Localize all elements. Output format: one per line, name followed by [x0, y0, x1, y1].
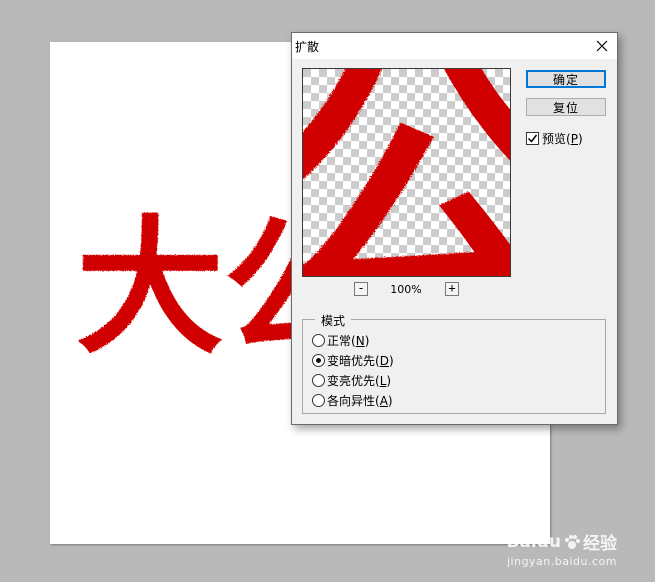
- watermark-brand-text: Baidu: [506, 531, 561, 552]
- checkmark-icon: [527, 134, 538, 143]
- mode-legend: 模式: [315, 312, 352, 329]
- radio-darken-only[interactable]: 变暗优先(D): [312, 352, 394, 369]
- dialog-title: 扩散: [295, 40, 320, 54]
- ok-button[interactable]: 确定: [526, 70, 606, 88]
- radio-lighten-only-label: 变亮优先(L): [327, 374, 392, 388]
- preview-label: 预览(P): [542, 132, 583, 146]
- radio-anisotropic[interactable]: 各向异性(A): [312, 392, 393, 409]
- radio-lighten-only[interactable]: 变亮优先(L): [312, 372, 391, 389]
- diffuse-dialog: 扩散 公 - 100% + 确定: [291, 32, 618, 425]
- watermark-url: jingyan.baidu.com: [506, 555, 617, 568]
- radio-anisotropic-label: 各向异性(A): [327, 394, 393, 408]
- radio-normal-label: 正常(N): [327, 334, 370, 348]
- watermark-brand: Baidu 经验: [506, 529, 617, 555]
- preview-glyph: 公: [303, 69, 511, 277]
- preview-checkbox[interactable]: 预览(P): [526, 130, 583, 147]
- paw-icon: [565, 534, 580, 549]
- zoom-level: 100%: [390, 283, 422, 296]
- reset-button[interactable]: 复位: [526, 98, 606, 116]
- close-button[interactable]: [587, 33, 617, 59]
- radio-darken-only-label: 变暗优先(D): [327, 354, 394, 368]
- preview-image: 公: [303, 69, 511, 277]
- radio-anisotropic-dot[interactable]: [312, 394, 325, 407]
- radio-darken-only-dot[interactable]: [312, 354, 325, 367]
- close-icon: [596, 40, 608, 52]
- radio-lighten-only-dot[interactable]: [312, 374, 325, 387]
- mode-groupbox: 模式 正常(N) 变暗优先(D) 变亮优先(L) 各向异性(A): [302, 312, 606, 414]
- radio-normal-dot[interactable]: [312, 334, 325, 347]
- baidu-watermark: Baidu 经验 jingyan.baidu.com: [506, 529, 617, 569]
- zoom-in-button[interactable]: +: [445, 282, 459, 296]
- zoom-out-button[interactable]: -: [354, 282, 368, 296]
- radio-normal[interactable]: 正常(N): [312, 332, 369, 349]
- dialog-titlebar[interactable]: 扩散: [292, 33, 617, 59]
- filter-preview[interactable]: 公: [302, 68, 511, 277]
- preview-checkbox-box[interactable]: [526, 132, 539, 145]
- watermark-brand-suffix: 经验: [583, 534, 617, 554]
